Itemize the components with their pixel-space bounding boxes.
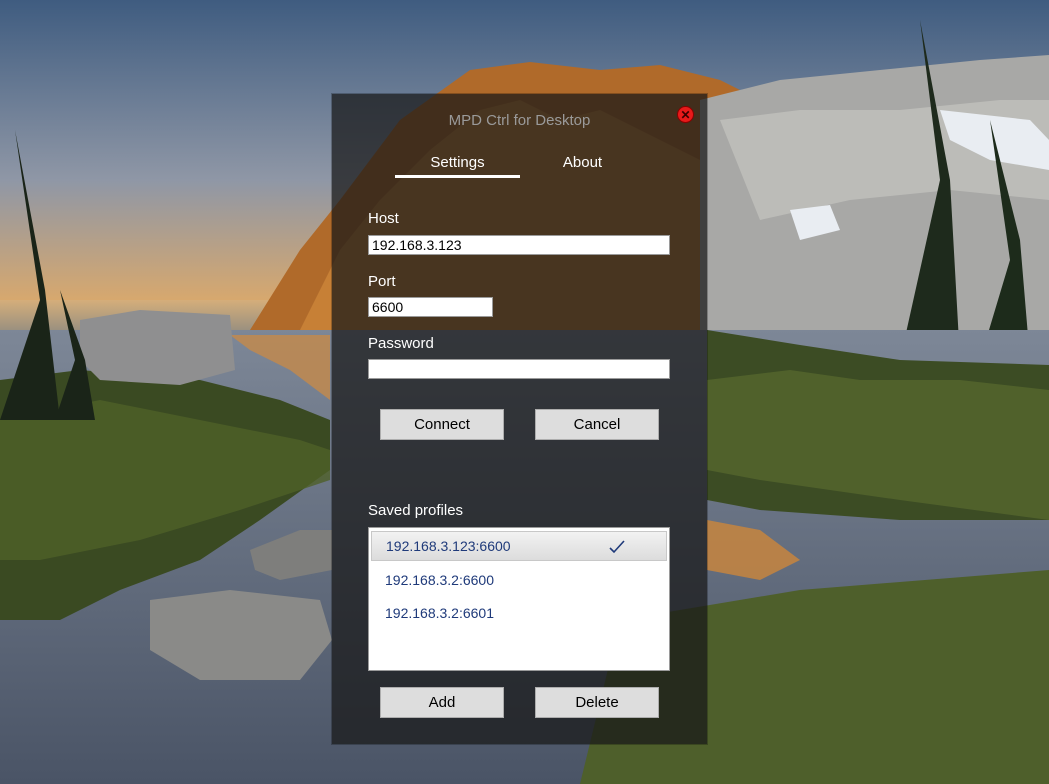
close-icon: ✕ (680, 107, 691, 122)
port-field[interactable] (368, 297, 493, 317)
dialog-title: MPD Ctrl for Desktop (448, 112, 591, 129)
delete-button[interactable]: Delete (535, 687, 659, 718)
saved-profiles-list[interactable]: 192.168.3.123:6600 192.168.3.2:6600 192.… (368, 527, 670, 671)
port-label: Port (368, 273, 396, 290)
connect-button[interactable]: Connect (380, 409, 504, 440)
list-item[interactable]: 192.168.3.2:6600 (371, 565, 667, 595)
list-item[interactable]: 192.168.3.2:6601 (371, 598, 667, 628)
add-button[interactable]: Add (380, 687, 504, 718)
close-button[interactable]: ✕ (677, 106, 694, 123)
password-field[interactable] (368, 359, 670, 379)
profile-address: 192.168.3.2:6600 (385, 572, 494, 588)
profile-address: 192.168.3.123:6600 (386, 538, 511, 554)
settings-dialog: MPD Ctrl for Desktop ✕ Settings About Ho… (332, 94, 707, 744)
host-label: Host (368, 210, 399, 227)
tab-settings[interactable]: Settings (395, 154, 520, 171)
saved-profiles-label: Saved profiles (368, 502, 464, 519)
password-label: Password (368, 335, 434, 352)
cancel-button[interactable]: Cancel (535, 409, 659, 440)
tab-selected-indicator (395, 175, 520, 178)
list-item[interactable]: 192.168.3.123:6600 (371, 531, 667, 561)
desktop-wallpaper: MPD Ctrl for Desktop ✕ Settings About Ho… (0, 0, 1049, 784)
tab-about[interactable]: About (520, 154, 645, 171)
profile-address: 192.168.3.2:6601 (385, 605, 494, 621)
host-field[interactable] (368, 235, 670, 255)
check-icon (609, 540, 625, 554)
